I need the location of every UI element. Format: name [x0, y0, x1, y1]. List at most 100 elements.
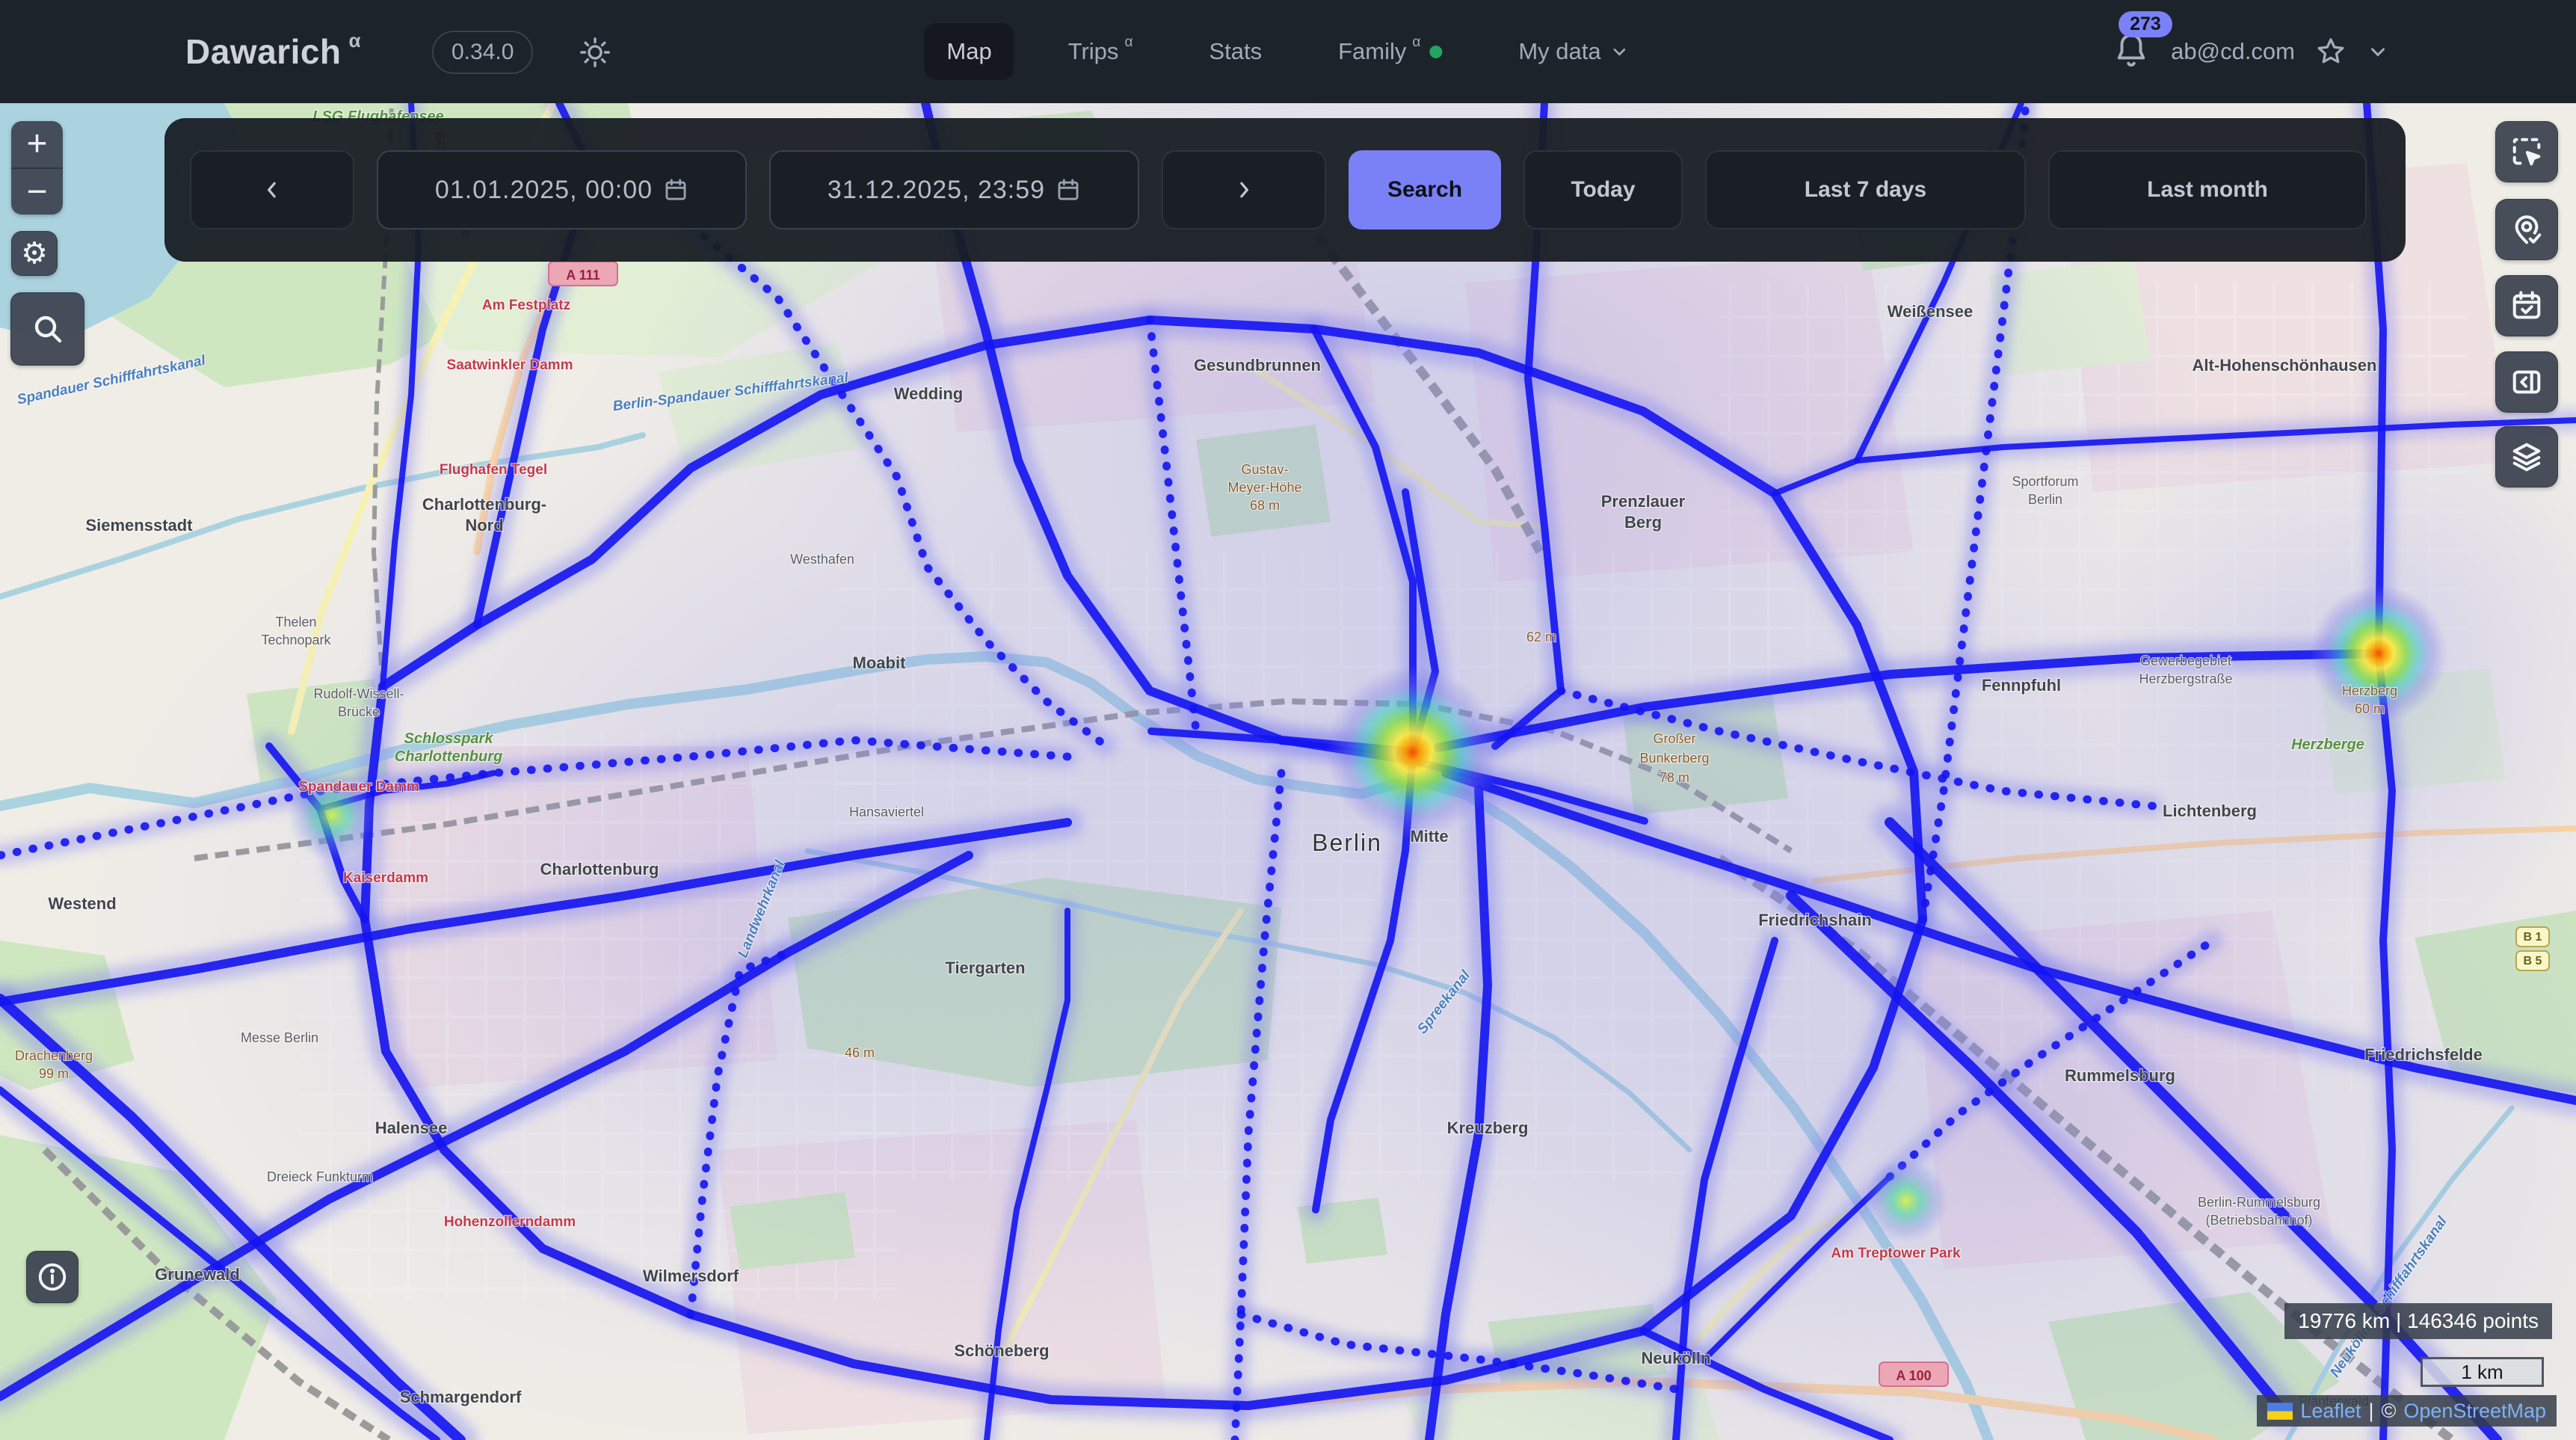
calendar-icon — [1056, 177, 1081, 203]
visited-places-button[interactable] — [2495, 199, 2558, 260]
map-label: Rudolf-Wissell- — [313, 686, 404, 701]
map-attribution: Leaflet | © OpenStreetMap — [2257, 1395, 2557, 1427]
map-label: Rummelsburg — [2065, 1066, 2175, 1085]
osm-link[interactable]: OpenStreetMap — [2403, 1400, 2546, 1423]
next-period-button[interactable] — [1162, 150, 1326, 230]
alpha-badge: α — [1124, 34, 1133, 51]
user-cluster: 273 ab@cd.com — [2113, 0, 2389, 103]
heatmap-hotspot — [1864, 1159, 1948, 1243]
theme-toggle[interactable] — [576, 33, 614, 72]
map-label: Mitte — [1410, 827, 1448, 846]
map-label: 68 m — [1250, 498, 1280, 513]
map-label: (Betriebsbahnhof) — [2205, 1213, 2312, 1228]
map-label: Gustav- — [1241, 462, 1288, 477]
map-label: Gewerbegebiet — [2140, 653, 2231, 668]
map-label: Kaiserdamm — [343, 870, 428, 886]
map-label: Großer — [1653, 731, 1695, 746]
map-label: Charlottenburg — [395, 748, 502, 765]
map-label: Spandauer Damm — [298, 779, 419, 795]
map-label: Messe Berlin — [241, 1030, 318, 1045]
prev-period-button[interactable] — [190, 150, 354, 230]
map-label: Berg — [1624, 513, 1662, 532]
road-shield: B 5 — [2516, 951, 2549, 970]
panel-toggle-button[interactable] — [2495, 351, 2558, 413]
star-icon[interactable] — [2314, 35, 2347, 68]
sun-icon — [578, 35, 612, 70]
search-button[interactable]: Search — [1349, 150, 1501, 230]
user-email[interactable]: ab@cd.com — [2171, 38, 2295, 65]
map-label: Hansaviertel — [849, 804, 924, 819]
last-7-days-button[interactable]: Last 7 days — [1705, 150, 2026, 230]
alpha-badge: α — [1412, 34, 1420, 51]
leaflet-link[interactable]: Leaflet — [2300, 1400, 2361, 1423]
map-settings-button[interactable]: ⚙ — [11, 231, 58, 276]
map-label: Herzbergstraße — [2139, 671, 2232, 686]
chevron-right-icon — [1233, 173, 1255, 206]
map-search-button[interactable] — [10, 292, 84, 366]
map-label: Saatwinkler Damm — [447, 357, 573, 373]
end-datetime-input[interactable]: 31.12.2025, 23:59 — [769, 150, 1139, 230]
map-canvas[interactable]: SiemensstadtCharlottenburg-NordWeddingGe… — [0, 103, 2576, 1440]
map-label: Am Treptower Park — [1831, 1246, 1961, 1261]
app-logo[interactable]: Dawarichα — [185, 0, 361, 103]
visited-places-icon — [2509, 212, 2544, 247]
calendar-select-button[interactable] — [2495, 275, 2558, 336]
notification-count-badge[interactable]: 273 — [2119, 11, 2172, 37]
chevron-down-icon[interactable] — [2367, 40, 2389, 63]
panel-toggle-icon — [2509, 365, 2544, 399]
road-shield: A 100 — [1879, 1362, 1948, 1386]
map-label: Herzberge — [2291, 736, 2364, 753]
layers-button[interactable] — [2495, 426, 2558, 487]
zoom-control: + − — [11, 121, 63, 215]
tab-my-data[interactable]: My data — [1496, 23, 1651, 80]
end-datetime-value: 31.12.2025, 23:59 — [828, 176, 1045, 205]
notifications-button[interactable]: 273 — [2113, 29, 2151, 74]
gear-icon: ⚙ — [21, 236, 48, 271]
map-label: Prenzlauer — [1601, 492, 1686, 511]
map-label: Am Festplatz — [482, 298, 570, 313]
road-shield: A 111 — [549, 262, 617, 286]
distance-value: 19776 km — [2298, 1309, 2390, 1332]
map-label: Nord — [465, 516, 503, 535]
map-label: Halensee — [375, 1119, 448, 1137]
start-datetime-input[interactable]: 01.01.2025, 00:00 — [377, 150, 747, 230]
tab-stats[interactable]: Stats — [1186, 23, 1284, 80]
map-label: Tiergarten — [945, 959, 1025, 977]
info-button[interactable] — [26, 1251, 78, 1303]
area-select-button[interactable] — [2495, 121, 2558, 182]
map-label: Grunewald — [155, 1265, 240, 1284]
zoom-in-button[interactable]: + — [11, 121, 63, 167]
layers-icon — [2509, 440, 2544, 474]
heatmap-hotspot — [1326, 665, 1500, 839]
map-label: 60 m — [2355, 701, 2385, 716]
map-label: Siemensstadt — [85, 516, 193, 535]
tab-map[interactable]: Map — [924, 23, 1014, 80]
map-label: Drachenberg — [15, 1048, 93, 1063]
calendar-icon — [663, 177, 688, 203]
map-label: Westend — [48, 894, 116, 913]
chevron-left-icon — [261, 173, 283, 206]
map-label: Wilmersdorf — [643, 1267, 739, 1285]
road-shield: B 1 — [2516, 927, 2549, 947]
map-label: Meyer-Höhe — [1227, 480, 1301, 495]
map-label: Berlin — [1312, 829, 1382, 856]
points-value: 146346 points — [2407, 1309, 2539, 1332]
zoom-out-button[interactable]: − — [11, 169, 63, 215]
map-label: 62 m — [1526, 630, 1556, 644]
map-label: Dreieck Funkturm — [267, 1169, 373, 1184]
magnifier-icon — [30, 311, 66, 347]
stats-separator: | — [2396, 1309, 2401, 1332]
map-label: Gesundbrunnen — [1194, 356, 1321, 375]
svg-text:B 1: B 1 — [2524, 931, 2542, 944]
map-label: Schmargendorf — [400, 1388, 522, 1406]
map-label: Friedrichshain — [1758, 911, 1872, 929]
map-svg: SiemensstadtCharlottenburg-NordWeddingGe… — [0, 103, 2576, 1440]
map-label: Fennpfuhl — [1982, 676, 2061, 695]
last-month-button[interactable]: Last month — [2048, 150, 2367, 230]
map-label: Moabit — [853, 653, 907, 672]
tab-family[interactable]: Familyα — [1316, 23, 1464, 80]
tab-trips[interactable]: Tripsα — [1046, 23, 1156, 80]
map-label: Westhafen — [790, 552, 854, 567]
today-button[interactable]: Today — [1523, 150, 1683, 230]
map-label: Flughafen Tegel — [440, 462, 547, 478]
